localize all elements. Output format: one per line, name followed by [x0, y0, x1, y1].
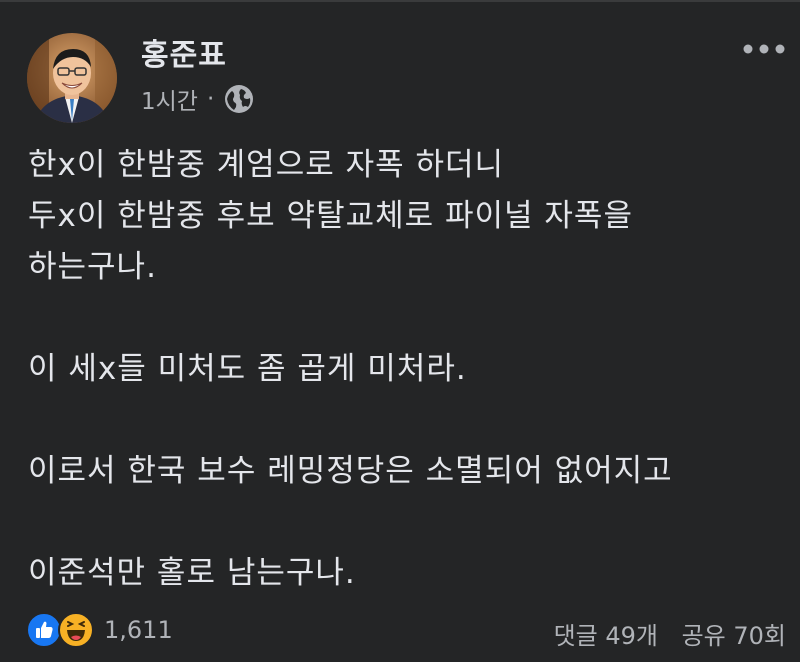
post-text-line: 이준석만 홀로 남는구나.	[28, 555, 356, 591]
post-text-line: 두x이 한밤중 후보 약탈교체로 파이널 자폭을	[28, 198, 633, 234]
more-options-button[interactable]	[742, 34, 786, 64]
reaction-count: 1,611	[104, 616, 173, 644]
post-text-line: 하는구나.	[28, 249, 157, 285]
globe-icon[interactable]	[223, 83, 255, 115]
post-text-line: 이 세x들 미처도 좀 곱게 미처라.	[28, 351, 467, 387]
reactions-summary[interactable]: 1,611	[26, 612, 173, 648]
post-content: 한x이 한밤중 계엄으로 자폭 하더니 두x이 한밤중 후보 약탈교체로 파이널…	[28, 140, 778, 599]
like-icon	[26, 612, 62, 648]
meta-separator: ·	[206, 86, 215, 112]
post-footer: 1,611 댓글 49개 공유 70회	[0, 605, 800, 655]
more-horizontal-icon	[743, 44, 785, 54]
post-timestamp[interactable]: 1시간	[141, 82, 198, 116]
shares-count-link[interactable]: 공유 70회	[682, 616, 786, 651]
post-header: 홍준표 1시간 ·	[0, 0, 800, 130]
post-text-line: 한x이 한밤중 계엄으로 자폭 하더니	[28, 147, 505, 183]
haha-icon	[58, 612, 94, 648]
author-name[interactable]: 홍준표	[141, 30, 227, 74]
post-text-line: 이로서 한국 보수 레밍정당은 소멸되어 없어지고	[28, 453, 673, 489]
avatar[interactable]	[27, 33, 117, 123]
post-meta: 1시간 ·	[141, 82, 255, 116]
comments-count-link[interactable]: 댓글 49개	[554, 616, 658, 651]
